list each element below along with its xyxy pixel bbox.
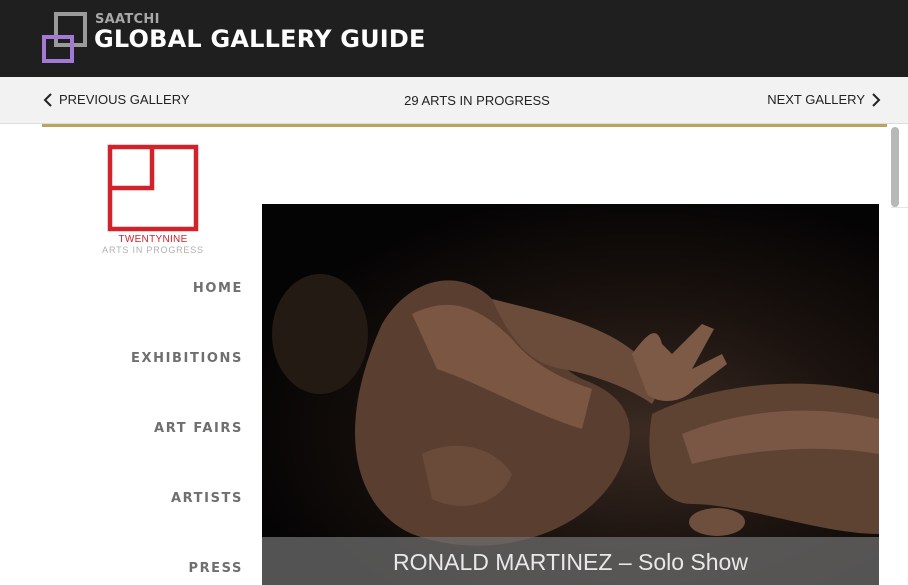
previous-gallery-label: PREVIOUS GALLERY xyxy=(59,92,190,107)
scrollbar-thumb[interactable] xyxy=(891,127,899,207)
saatchi-logo-icon[interactable] xyxy=(42,12,90,64)
gallery-name: 29 ARTS IN PROGRESS xyxy=(404,93,550,108)
chevron-right-icon xyxy=(872,92,881,107)
previous-gallery-link[interactable]: PREVIOUS GALLERY xyxy=(43,92,190,107)
scrollbar-divider xyxy=(891,207,908,208)
chevron-left-icon xyxy=(43,92,52,107)
gallery-website-frame: TWENTYNINE ARTS IN PROGRESS HOME EXHIBIT… xyxy=(42,127,887,585)
menu-item-exhibitions[interactable]: EXHIBITIONS xyxy=(131,351,243,366)
gallery-navbar: PREVIOUS GALLERY 29 ARTS IN PROGRESS NEX… xyxy=(0,77,908,124)
brand-title[interactable]: GLOBAL GALLERY GUIDE xyxy=(94,25,426,53)
logo-purple-square xyxy=(42,35,74,63)
next-gallery-label: NEXT GALLERY xyxy=(767,92,865,107)
twentynine-logo[interactable]: TWENTYNINE ARTS IN PROGRESS xyxy=(97,144,209,256)
hero-artwork-image xyxy=(272,274,879,546)
next-gallery-link[interactable]: NEXT GALLERY xyxy=(767,92,881,107)
menu-item-artists[interactable]: ARTISTS xyxy=(171,491,243,506)
site-header: SAATCHI GLOBAL GALLERY GUIDE xyxy=(0,0,908,77)
menu-item-press[interactable]: PRESS xyxy=(188,561,243,576)
hero-caption: RONALD MARTINEZ – Solo Show xyxy=(262,537,879,585)
logo-tagline: ARTS IN PROGRESS xyxy=(102,245,204,255)
menu-item-home[interactable]: HOME xyxy=(193,281,243,296)
twentynine-logo-icon xyxy=(107,144,199,232)
logo-name: TWENTYNINE xyxy=(118,234,188,245)
hero-image[interactable]: RONALD MARTINEZ – Solo Show xyxy=(262,204,879,585)
menu-item-art-fairs[interactable]: ART FAIRS xyxy=(154,421,243,436)
